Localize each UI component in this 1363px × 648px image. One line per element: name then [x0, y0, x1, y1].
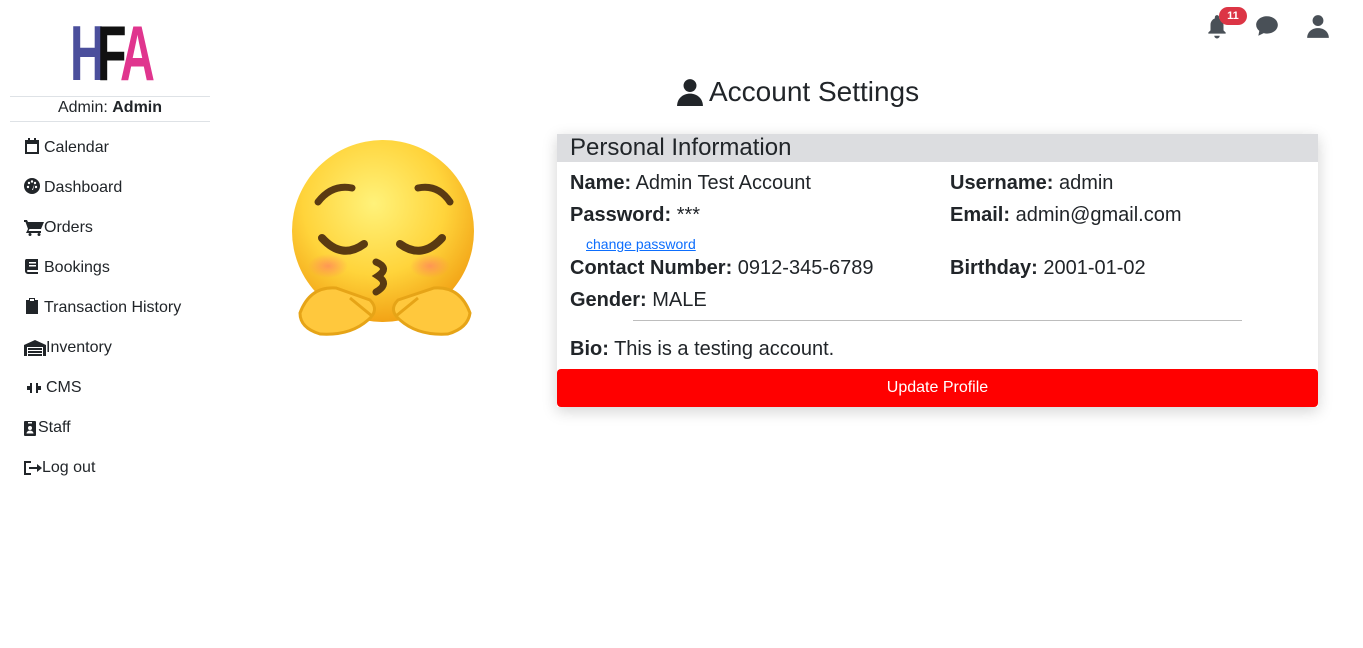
account-settings-page: H F A Admin: Admin Calendar Dashboard Or… — [0, 0, 1363, 648]
password-label: Password: — [570, 204, 672, 226]
logo-letter-a: A — [120, 9, 155, 97]
contact-number-field: Contact Number: 0912-345-6789 — [570, 256, 873, 280]
profile-avatar — [290, 138, 480, 343]
email-value: admin@gmail.com — [1015, 204, 1182, 226]
compress-icon — [24, 380, 46, 396]
sidebar-item-label: CMS — [46, 379, 82, 396]
change-password-link[interactable]: change password — [586, 236, 696, 252]
gender-label: Gender: — [570, 289, 647, 311]
divider — [633, 320, 1242, 321]
password-value: *** — [676, 204, 701, 226]
bio-field: Bio: This is a testing account. — [570, 337, 834, 361]
bio-value: This is a testing account. — [614, 338, 835, 360]
admin-name: Admin — [112, 99, 163, 116]
warehouse-icon — [24, 340, 46, 356]
notification-badge[interactable]: 11 — [1219, 7, 1247, 25]
gauge-icon — [24, 177, 44, 199]
birthday-value: 2001-01-02 — [1043, 257, 1146, 279]
page-title: Account Settings — [677, 74, 919, 110]
admin-prefix: Admin: — [57, 99, 113, 116]
chat-icon[interactable] — [1254, 13, 1280, 39]
sidebar-item-label: Orders — [44, 219, 93, 236]
book-icon — [24, 258, 44, 279]
sidebar-item-label: Staff — [38, 419, 71, 436]
contact-value: 0912-345-6789 — [737, 257, 874, 279]
admin-role-label: Admin: Admin — [10, 98, 210, 118]
name-field: Name: Admin Test Account — [570, 171, 811, 195]
update-profile-button[interactable]: Update Profile — [557, 369, 1318, 407]
user-icon[interactable] — [1305, 13, 1331, 39]
sidebar-item-label: Calendar — [44, 139, 109, 156]
sidebar-item-orders[interactable]: Orders — [24, 208, 181, 248]
sidebar-item-label: Dashboard — [44, 179, 123, 196]
sidebar-item-bookings[interactable]: Bookings — [24, 248, 181, 288]
sidebar-item-inventory[interactable]: Inventory — [24, 328, 181, 368]
cart-icon — [24, 220, 44, 236]
sidebar-item-staff[interactable]: Staff — [24, 408, 181, 448]
sidebar-item-transaction-history[interactable]: Transaction History — [24, 288, 181, 328]
sidebar-nav: Calendar Dashboard Orders Bookings Trans… — [24, 128, 181, 488]
username-value: admin — [1058, 172, 1114, 194]
personal-info-card: Personal Information Name: Admin Test Ac… — [557, 134, 1318, 407]
sidebar-item-dashboard[interactable]: Dashboard — [24, 168, 181, 208]
contact-label: Contact Number: — [570, 257, 733, 279]
name-label: Name: — [570, 172, 632, 194]
birthday-label: Birthday: — [950, 257, 1038, 279]
sidebar: H F A Admin: Admin Calendar Dashboard Or… — [10, 0, 210, 648]
id-badge-icon — [24, 420, 38, 436]
page-title-text: Account Settings — [709, 76, 920, 107]
pleading-face-emoji — [292, 140, 474, 336]
sidebar-item-label: Log out — [42, 459, 96, 476]
email-label: Email: — [950, 204, 1011, 226]
email-field: Email: admin@gmail.com — [950, 203, 1182, 227]
gender-value: MALE — [652, 289, 707, 311]
bio-label: Bio: — [570, 338, 609, 360]
username-label: Username: — [950, 172, 1054, 194]
clipboard-icon — [24, 297, 44, 319]
sidebar-item-label: Transaction History — [44, 299, 182, 316]
password-field: Password: *** — [570, 203, 700, 227]
gender-field: Gender: MALE — [570, 288, 707, 312]
username-field: Username: admin — [950, 171, 1113, 195]
hfa-logo[interactable]: H F A — [70, 14, 155, 92]
card-header: Personal Information — [557, 134, 1318, 162]
sidebar-item-logout[interactable]: Log out — [24, 448, 181, 488]
sidebar-item-label: Inventory — [46, 339, 112, 356]
divider — [10, 96, 210, 97]
sidebar-item-label: Bookings — [44, 259, 110, 276]
sidebar-item-cms[interactable]: CMS — [24, 368, 181, 408]
divider — [10, 121, 210, 122]
sidebar-item-calendar[interactable]: Calendar — [24, 128, 181, 168]
calendar-icon — [24, 137, 44, 159]
sign-out-icon — [24, 460, 42, 476]
birthday-field: Birthday: 2001-01-02 — [950, 256, 1146, 280]
name-value: Admin Test Account — [635, 172, 811, 194]
user-icon — [677, 78, 709, 106]
